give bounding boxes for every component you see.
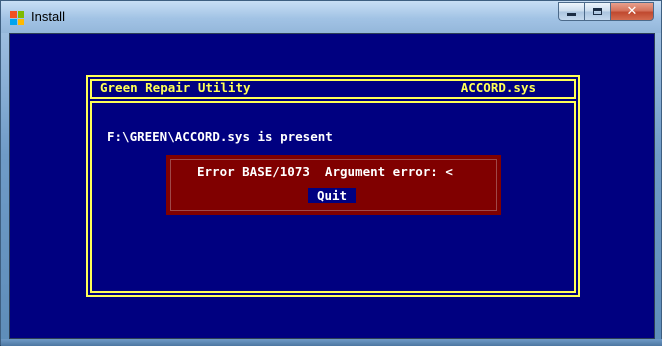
close-icon: ✕: [626, 4, 638, 19]
install-window: Install ✕ Green Repair Utility ACCORD.sy…: [0, 0, 662, 346]
title-bar[interactable]: Install ✕: [1, 1, 661, 33]
window-controls: ✕: [558, 2, 654, 21]
close-button[interactable]: ✕: [610, 2, 654, 21]
console-area[interactable]: Green Repair Utility ACCORD.sys F:\GREEN…: [9, 33, 655, 339]
app-title: Green Repair Utility: [100, 80, 251, 95]
quit-button[interactable]: Quit: [308, 188, 356, 203]
maximize-button[interactable]: [584, 2, 610, 21]
error-message: Error BASE/1073 Argument error: <: [197, 164, 453, 179]
minimize-icon: [567, 13, 576, 16]
status-message: F:\GREEN\ACCORD.sys is present: [107, 129, 333, 144]
minimize-button[interactable]: [558, 2, 584, 21]
window-title: Install: [31, 9, 65, 24]
error-dialog: Error BASE/1073 Argument error: < Quit: [166, 155, 501, 215]
app-file-name: ACCORD.sys: [460, 80, 536, 95]
maximize-icon: [593, 8, 602, 15]
windows-logo-icon[interactable]: [10, 11, 24, 25]
